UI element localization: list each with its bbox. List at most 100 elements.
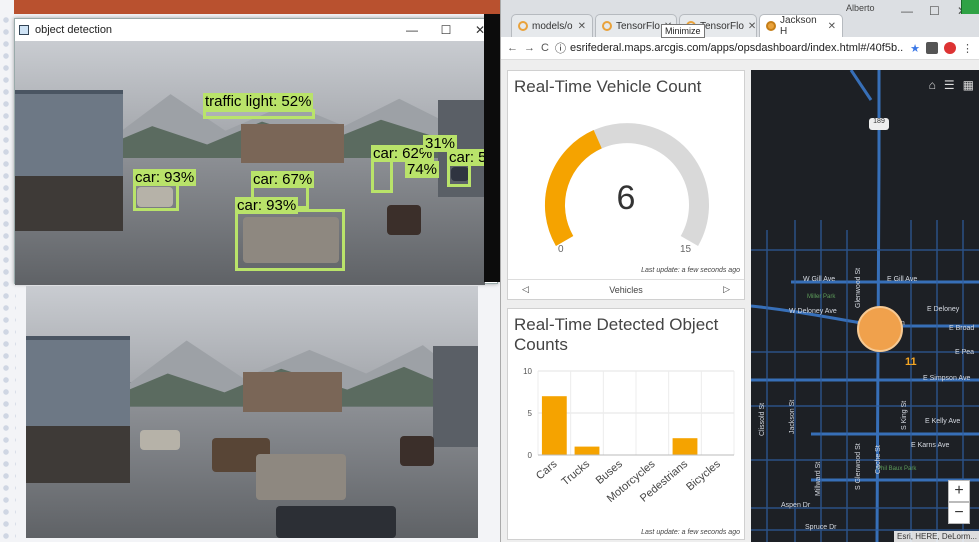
- minimize-tooltip: Minimize: [661, 24, 705, 38]
- zoom-in-button[interactable]: +: [948, 480, 970, 502]
- info-icon[interactable]: ⓘ: [555, 40, 566, 56]
- y-tick-label: 5: [528, 409, 533, 418]
- console-window-edge: [484, 14, 500, 282]
- object-counts-panel: Real-Time Detected Object Counts 0 5 10 Car…: [507, 308, 745, 540]
- od-titlebar[interactable]: object detection — ☐ ✕: [15, 19, 497, 41]
- street-label: E Simpson Ave: [923, 375, 971, 382]
- pager-label: Vehicles: [609, 284, 643, 295]
- desktop-banner: [14, 0, 500, 14]
- next-button[interactable]: ▷: [723, 284, 730, 295]
- back-button[interactable]: ←: [507, 42, 518, 54]
- map-view[interactable]: ⌂ ☰ ▦ 189 W Gill Ave E Gill Ave Miller P…: [751, 70, 979, 542]
- home-icon[interactable]: ⌂: [929, 78, 936, 92]
- close-icon[interactable]: ✕: [828, 21, 836, 32]
- car-image: [276, 506, 396, 538]
- tab-jackson-hole[interactable]: Jackson H ✕: [759, 14, 843, 37]
- basemap-icon[interactable]: ▦: [963, 78, 974, 92]
- menu-icon[interactable]: ⋮: [962, 42, 973, 55]
- route-shield: 189: [869, 118, 889, 130]
- forward-button[interactable]: →: [524, 42, 535, 54]
- gauge-max: 15: [680, 244, 692, 255]
- legend-icon[interactable]: ☰: [944, 78, 955, 92]
- close-icon[interactable]: ✕: [578, 21, 586, 32]
- profile-name[interactable]: Alberto: [846, 3, 875, 13]
- app-icon: [19, 25, 29, 35]
- street-label: E Kelly Ave: [925, 418, 961, 425]
- browser-window[interactable]: models/o ✕ TensorFlo ✕ TensorFlo ✕ Jacks…: [500, 0, 979, 542]
- x-tick-label: Bicycles: [684, 458, 723, 493]
- detection-box: [235, 209, 345, 271]
- car-image: [387, 205, 421, 235]
- arcgis-icon: [766, 21, 776, 31]
- map-toolbar: ⌂ ☰ ▦: [929, 78, 974, 92]
- vehicle-count-panel: Real-Time Vehicle Count 6 0 15 Last upda…: [507, 70, 745, 300]
- detection-box: [203, 109, 315, 119]
- close-icon[interactable]: ✕: [748, 21, 756, 32]
- car-image: [140, 430, 180, 450]
- detection-label: traffic light: 52%: [203, 93, 314, 110]
- street-label: Jackson St: [789, 399, 796, 434]
- loading-icon: [518, 21, 528, 31]
- street-label: S Glenwood St: [855, 443, 862, 490]
- browser-minimize-button[interactable]: —: [901, 4, 913, 18]
- detection-video-frame: traffic light: 52% car: 93% car: 67% car…: [15, 41, 485, 285]
- street-label: E Broad: [949, 325, 975, 332]
- bookmark-star-icon[interactable]: ★: [910, 42, 920, 55]
- street-label: Clissold St: [759, 402, 766, 436]
- y-tick-label: 0: [528, 451, 533, 460]
- park-label: Phil Baux Park: [877, 466, 917, 472]
- extension-icon[interactable]: [926, 42, 938, 54]
- map-attribution: Esri, HERE, DeLorm...: [893, 531, 979, 542]
- building-image: [242, 371, 343, 412]
- street-label: E Karns Ave: [911, 442, 950, 449]
- gauge-value: 6: [616, 179, 636, 217]
- street-label: E Pea: [955, 349, 975, 356]
- car-image: [400, 436, 434, 466]
- last-update: Last update: a few seconds ago: [641, 529, 740, 536]
- street-label: Cache St: [875, 445, 882, 474]
- street-label: Millward St: [815, 461, 822, 496]
- building-image: [26, 336, 130, 483]
- building-image: [240, 123, 344, 163]
- street-label: W Deloney Ave: [789, 308, 837, 315]
- street-label: Glenwood St: [855, 267, 862, 308]
- street-label: Aspen Dr: [781, 502, 811, 509]
- detection-label: 74%: [405, 161, 440, 178]
- detection-label: car: 93%: [133, 169, 197, 186]
- detection-label: car: 67%: [251, 171, 315, 188]
- zoom-out-button[interactable]: −: [948, 502, 970, 524]
- y-tick-label: 10: [523, 367, 532, 376]
- detection-label: car: 93%: [235, 197, 299, 214]
- ops-dashboard: Real-Time Vehicle Count 6 0 15 Last upda…: [501, 60, 979, 542]
- background-window-edge: [961, 0, 979, 14]
- browser-maximize-button[interactable]: ☐: [929, 4, 940, 18]
- raw-video-frame: [26, 286, 478, 538]
- panel-pager: ◁ Vehicles ▷: [508, 279, 744, 299]
- tab-models[interactable]: models/o ✕: [511, 14, 593, 37]
- bar-pedestrians: [672, 438, 698, 455]
- building-image: [432, 346, 478, 448]
- bar-cars: [541, 396, 567, 455]
- maximize-button[interactable]: ☐: [429, 19, 463, 41]
- loading-icon: [602, 21, 612, 31]
- previous-button[interactable]: ◁: [522, 284, 529, 295]
- park-label: Miller Park: [807, 294, 836, 300]
- url-input[interactable]: ⓘ esrifederal.maps.arcgis.com/apps/opsda…: [555, 40, 904, 56]
- street-label: Spruce Dr: [805, 524, 837, 531]
- street-label: W Gill Ave: [803, 276, 836, 283]
- last-update: Last update: a few seconds ago: [641, 267, 740, 274]
- minimize-button[interactable]: —: [395, 19, 429, 41]
- object-count-chart: 0510Cars Trucks BusesMotorcyclesPedestrian…: [523, 367, 735, 505]
- cluster-count: 11: [905, 356, 917, 368]
- reload-button[interactable]: C: [541, 42, 549, 54]
- object-detection-window[interactable]: object detection — ☐ ✕ traffic light: 52…: [14, 18, 498, 285]
- detection-cluster-marker[interactable]: [857, 306, 903, 352]
- street-label: S King St: [901, 400, 908, 430]
- url-text: esrifederal.maps.arcgis.com/apps/opsdash…: [569, 42, 905, 54]
- detection-box: [371, 157, 393, 193]
- tab-strip: models/o ✕ TensorFlo ✕ TensorFlo ✕ Jacks…: [501, 0, 979, 38]
- address-bar-row: ← → C ⓘ esrifederal.maps.arcgis.com/apps…: [501, 37, 979, 60]
- extension-icon[interactable]: [944, 42, 956, 54]
- bar-trucks: [574, 446, 600, 455]
- car-image: [256, 454, 346, 500]
